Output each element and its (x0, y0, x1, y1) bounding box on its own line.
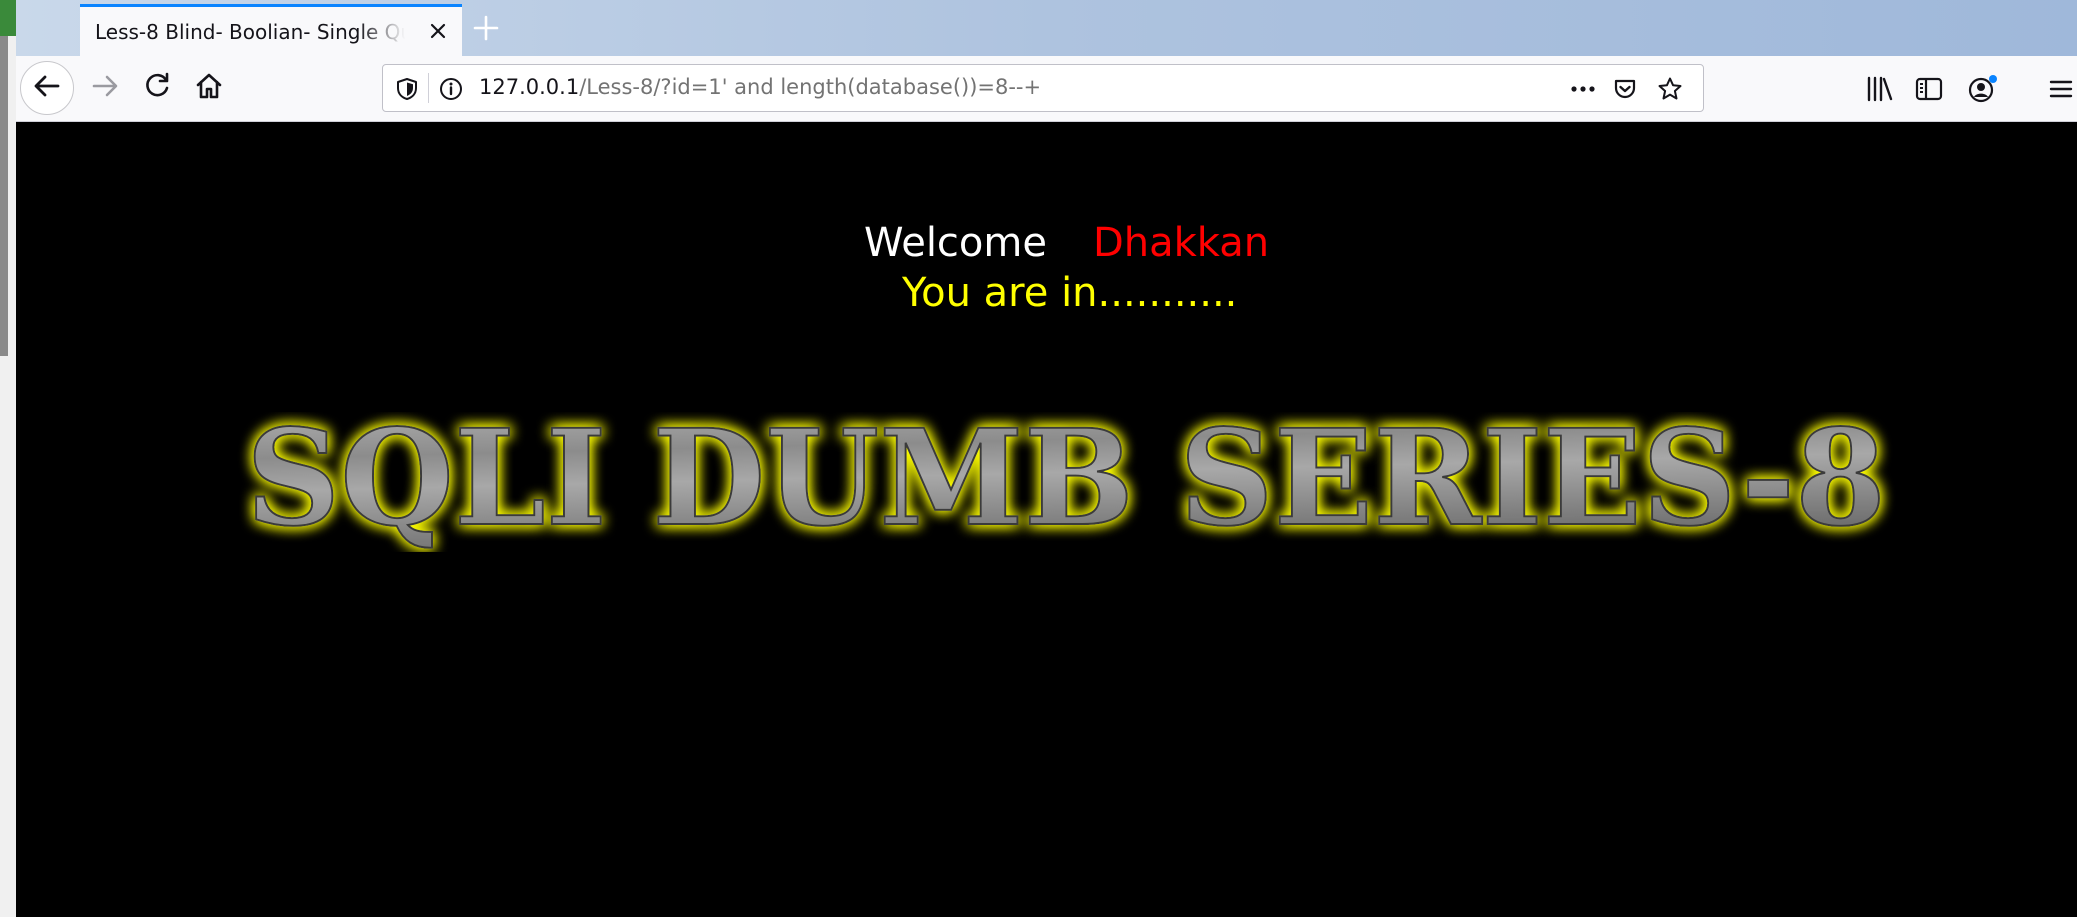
reload-button[interactable] (140, 71, 174, 105)
hamburger-menu-icon[interactable] (2046, 74, 2076, 104)
account-icon[interactable] (1966, 74, 1997, 104)
welcome-label: Welcome (864, 220, 1047, 266)
tab-strip: Less-8 Blind- Boolian- Single Quotes- St… (16, 0, 2077, 56)
active-tab[interactable]: Less-8 Blind- Boolian- Single Quotes- St… (80, 4, 462, 56)
home-icon (194, 71, 224, 105)
url-host: 127.0.0.1 (479, 75, 580, 99)
reload-icon (142, 71, 172, 105)
desktop-edge (0, 0, 17, 917)
site-info-icon[interactable] (439, 77, 463, 101)
arrow-left-icon (32, 71, 62, 105)
url-text[interactable]: 127.0.0.1/Less-8/?id=1' and length(datab… (479, 75, 1041, 99)
new-tab-plus-icon[interactable] (472, 14, 500, 42)
tracking-protection-shield-icon[interactable] (395, 77, 419, 101)
forward-button[interactable] (88, 71, 122, 105)
page-actions-ellipsis-icon[interactable] (1569, 77, 1597, 101)
navigation-toolbar: 127.0.0.1/Less-8/?id=1' and length(datab… (16, 56, 2077, 122)
library-icon[interactable] (1864, 74, 1894, 104)
tab-title: Less-8 Blind- Boolian- Single Quotes- St… (95, 19, 405, 44)
address-bar[interactable]: 127.0.0.1/Less-8/?id=1' and length(datab… (382, 64, 1704, 112)
browser-window: Less-8 Blind- Boolian- Single Quotes- St… (16, 0, 2077, 917)
welcome-line: Welcome Dhakkan (864, 220, 1269, 266)
sqli-dumb-series-banner-image: SQLI DUMB SERIES-8 (245, 412, 1887, 552)
sidebar-icon[interactable] (1914, 74, 1944, 104)
banner-text: SQLI DUMB SERIES-8 (246, 412, 1886, 552)
close-icon[interactable] (428, 21, 448, 41)
user-name: Dhakkan (1092, 220, 1270, 266)
arrow-right-icon (90, 71, 120, 105)
home-button[interactable] (192, 71, 226, 105)
bookmark-star-icon[interactable] (1657, 76, 1683, 102)
page-content: Welcome Dhakkan You are in........... SQ… (16, 122, 2077, 917)
address-bar-divider (428, 73, 429, 103)
pocket-icon[interactable] (1613, 77, 1637, 101)
desktop-edge-green (0, 0, 16, 36)
back-button[interactable] (20, 61, 74, 115)
url-path: /Less-8/?id=1' and length(database())=8-… (579, 75, 1042, 99)
desktop-edge-gray (0, 36, 8, 356)
login-status-text: You are in........... (902, 270, 1238, 316)
